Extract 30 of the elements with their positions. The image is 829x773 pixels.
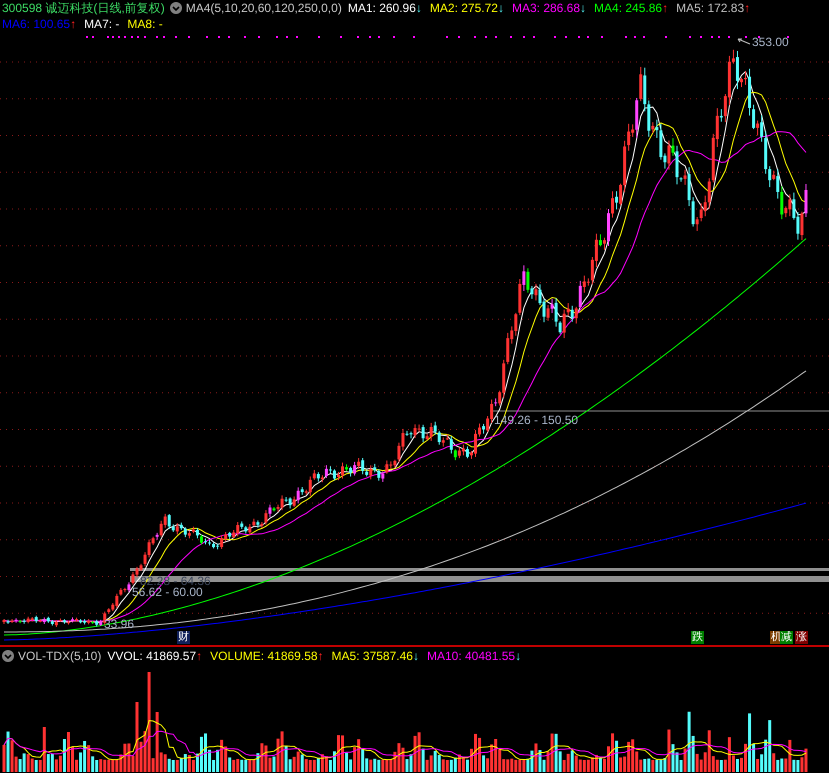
price-label: 353.00 [752,36,789,49]
indicator-value: MA5: 172.83 [676,0,744,16]
trend-arrow: ↑ [318,648,324,664]
indicator-name: MA4(5,10,20,60,120,250,0,0) [186,0,342,16]
trend-arrow: ↑ [662,0,668,16]
trend-arrow: ↑ [196,648,202,664]
indicator-value: VVOL: 41869.57 [107,648,196,664]
trend-arrow: ↑ [70,16,76,32]
indicator-value: MA6: 100.65 [2,16,70,32]
trend-arrow: ↓ [515,648,522,664]
indicator-value: MA2: 275.72 [430,0,498,16]
indicator-value: MA5: 37587.46 [332,648,413,664]
trend-arrow: ↓ [580,0,586,16]
trend-arrow: ↓ [416,0,422,16]
trend-arrow: ↑ [744,0,750,16]
indicator-value: VOLUME: 41869.58 [210,648,318,664]
trend-arrow: ↓ [498,0,504,16]
event-marker[interactable]: 跌 [691,631,704,644]
event-marker[interactable]: 减 [780,631,793,644]
event-marker[interactable]: 财 [177,631,190,644]
indicator-value: MA4: 245.86 [594,0,662,16]
event-marker[interactable]: 涨 [795,631,808,644]
indicator-value: MA10: 40481.55 [426,648,516,664]
indicator-name: VOL-TDX(5,10) [18,648,102,664]
trend-arrow: ↓ [412,648,419,664]
indicator-value: MA7: - [84,16,120,32]
chart-title: 300598 诚迈科技(日线,前复权) [2,0,165,16]
indicator-value: MA8: - [127,16,163,32]
indicator-value: MA1: 260.96 [348,0,416,16]
indicator-value: MA3: 286.68 [512,0,580,16]
